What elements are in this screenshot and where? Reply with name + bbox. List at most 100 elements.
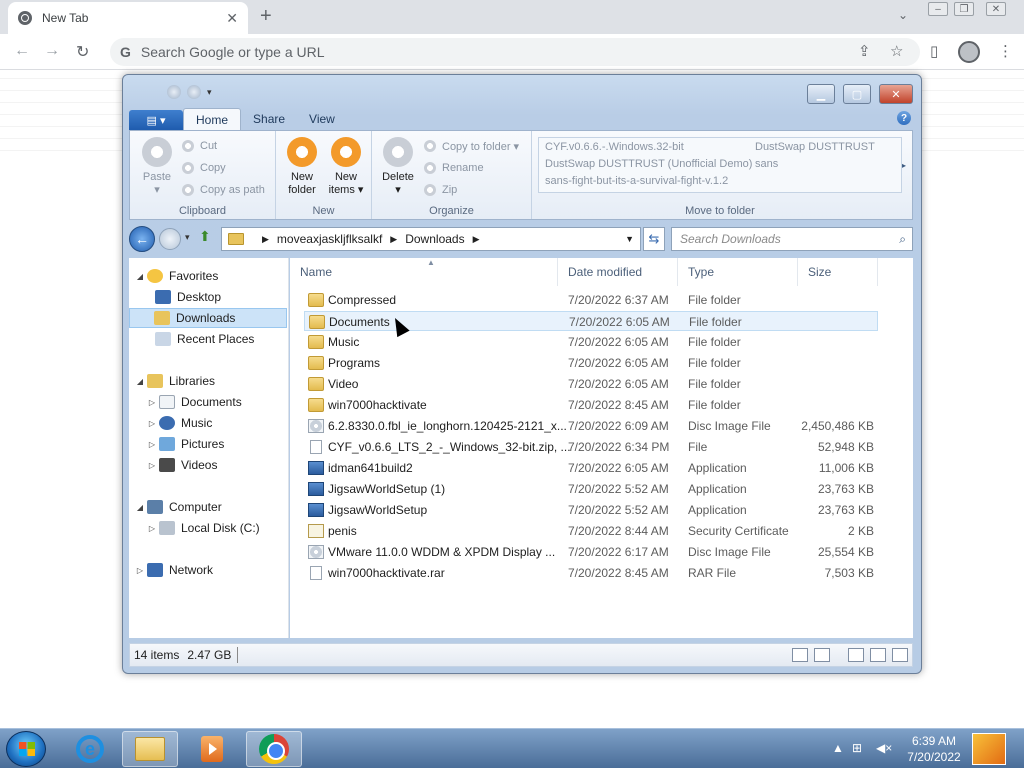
move-to-item[interactable]: DustSwap DUSTTRUST [755,141,875,153]
search-input[interactable]: Search Downloads ⌕ [671,227,913,251]
tree-expanded-icon[interactable]: ◢ [135,272,145,281]
tree-collapsed-icon[interactable]: ▷ [135,566,145,575]
file-row[interactable]: Video 7/20/2022 6:05 AM File folder [304,374,878,394]
tree-collapsed-icon[interactable]: ▷ [147,398,157,407]
explorer-maximize-button[interactable]: ▢ [843,84,871,104]
breadcrumb-separator-icon[interactable]: ▶ [473,234,480,245]
move-to-item[interactable]: sans-fight-but-its-a-survival-fight-v.1.… [545,175,728,187]
bookmark-star-icon[interactable]: ☆ [890,42,903,60]
taskbar-internet-explorer[interactable]: e [62,731,118,767]
file-menu-button[interactable]: ▤ ▾ [129,110,183,130]
browser-restore-icon[interactable]: ❐ [954,2,974,16]
tree-music[interactable]: ▷ Music [147,413,305,433]
file-row[interactable]: penis 7/20/2022 8:44 AM Security Certifica… [304,521,878,541]
tab-home[interactable]: Home [183,108,242,130]
tree-collapsed-icon[interactable]: ▷ [147,419,157,428]
tree-libraries[interactable]: ◢ Libraries [135,371,293,391]
file-row[interactable]: Music 7/20/2022 6:05 AM File folder [304,332,878,352]
column-header-type[interactable]: Type [678,258,798,286]
refresh-button[interactable]: ⇆ [643,227,665,251]
taskbar-chrome[interactable] [246,731,302,767]
column-header-date[interactable]: Date modified [558,258,678,286]
gallery-expand-icon[interactable]: ▸ [902,137,912,193]
tree-pictures[interactable]: ▷ Pictures [147,434,305,454]
tree-network[interactable]: ▷ Network [135,560,293,580]
tree-desktop[interactable]: Desktop [153,287,311,307]
new-tab-button[interactable]: + [260,6,272,26]
breadcrumb-separator-icon[interactable]: ▶ [262,234,269,245]
file-row[interactable]: Programs 7/20/2022 6:05 AM File folder [304,353,878,373]
tree-recent-places[interactable]: Recent Places [153,329,311,349]
profile-avatar-icon[interactable] [958,41,980,63]
explorer-forward-button[interactable] [159,228,181,250]
file-row[interactable]: win7000hacktivate.rar 7/20/2022 8:45 AM RA… [304,563,878,583]
column-header-name[interactable]: Name [290,258,558,286]
tree-local-disk[interactable]: ▷ Local Disk (C:) [147,518,305,538]
tree-favorites[interactable]: ◢ Favorites [135,266,293,286]
file-row[interactable]: win7000hacktivate 7/20/2022 8:45 AM File f… [304,395,878,415]
chrome-menu-icon[interactable]: ⋮ [998,42,1013,60]
preview-pane-toggle-icon[interactable] [870,648,886,662]
recent-locations-chevron-icon[interactable]: ▾ [185,232,190,243]
tree-expanded-icon[interactable]: ◢ [135,377,145,386]
tree-downloads[interactable]: Downloads [129,308,287,328]
file-row[interactable]: JigsawWorldSetup 7/20/2022 5:52 AM Applica… [304,500,878,520]
tree-documents[interactable]: ▷ Documents [147,392,305,412]
move-to-item[interactable]: CYF.v0.6.6.-.Windows.32-bit [545,141,684,153]
back-arrow-icon[interactable]: ← [14,42,30,60]
copy-to-folder-button[interactable]: Copy to folder ▾ [424,137,519,155]
search-icon[interactable]: ⌕ [899,232,906,247]
explorer-close-button[interactable]: ✕ [879,84,913,104]
taskbar-media-player[interactable] [184,731,240,767]
browser-minimize-icon[interactable]: – [928,2,948,16]
file-row[interactable]: 6.2.8330.0.fbl_ie_longhorn.120425-2121_x… [304,416,878,436]
address-dropdown-icon[interactable]: ▼ [625,234,634,244]
share-icon[interactable]: ⇪ [858,42,871,60]
help-icon[interactable]: ? [897,111,911,125]
taskbar-file-explorer[interactable] [122,731,178,767]
system-clock[interactable]: 6:39 AM 7/20/2022 [898,733,970,765]
tab-share[interactable]: Share [241,108,297,130]
tab-search-chevron-icon[interactable]: ⌄ [898,8,908,22]
details-pane-toggle-icon[interactable] [892,648,908,662]
rename-button[interactable]: Rename [424,159,484,177]
forward-arrow-icon[interactable]: → [44,42,60,60]
tree-expanded-icon[interactable]: ◢ [135,503,145,512]
tab-view[interactable]: View [297,108,347,130]
properties-icon[interactable] [167,85,181,99]
show-hidden-icons-icon[interactable]: ▲ [832,741,844,755]
new-folder-button[interactable]: New folder [284,137,320,197]
tree-videos[interactable]: ▷ Videos [147,455,305,475]
explorer-minimize-button[interactable]: ▁ [807,84,835,104]
copy-button[interactable]: Copy [182,159,226,177]
details-view-icon[interactable] [792,648,808,662]
breadcrumb-segment[interactable]: moveaxjaskljflksalkf [277,232,382,246]
move-to-item[interactable]: DustSwap DUSTTRUST (Unofficial Demo) [545,158,752,170]
breadcrumb-segment[interactable]: Downloads [405,232,464,246]
zip-button[interactable]: Zip [424,181,457,199]
volume-muted-icon[interactable]: ◀× [876,741,892,755]
customize-qat-icon[interactable]: ▾ [207,87,212,98]
tree-computer[interactable]: ◢ Computer [135,497,293,517]
breadcrumb-separator-icon[interactable]: ▶ [390,234,397,245]
tree-collapsed-icon[interactable]: ▷ [147,440,157,449]
file-row[interactable]: Compressed 7/20/2022 6:37 AM File folder [304,290,878,310]
column-header-size[interactable]: Size [798,258,878,286]
large-icons-view-icon[interactable] [814,648,830,662]
tree-collapsed-icon[interactable]: ▷ [147,524,157,533]
file-row[interactable]: JigsawWorldSetup (1) 7/20/2022 5:52 AM App… [304,479,878,499]
explorer-back-button[interactable]: ← [129,226,155,252]
cut-button[interactable]: Cut [182,137,217,155]
up-folder-icon[interactable]: ⬆ [199,228,219,248]
file-row[interactable]: VMware 11.0.0 WDDM & XPDM Display ... 7/2… [304,542,878,562]
file-row[interactable]: idman641build2 7/20/2022 6:05 AM Applicati… [304,458,878,478]
address-bar[interactable]: ▶ moveaxjaskljflksalkf ▶ Downloads ▶ ▼ [221,227,641,251]
paste-button[interactable]: Paste ▾ [140,137,174,197]
show-desktop-icon[interactable] [972,733,1006,765]
browser-close-icon[interactable]: ✕ [986,2,1006,16]
delete-button[interactable]: Delete ▾ [380,137,416,197]
tree-collapsed-icon[interactable]: ▷ [147,461,157,470]
tab-new-tab[interactable]: New Tab ✕ [8,2,248,34]
file-row[interactable]: CYF_v0.6.6_LTS_2_-_Windows_32-bit.zip, .… [304,437,878,457]
new-items-button[interactable]: New items ▾ [326,137,366,197]
